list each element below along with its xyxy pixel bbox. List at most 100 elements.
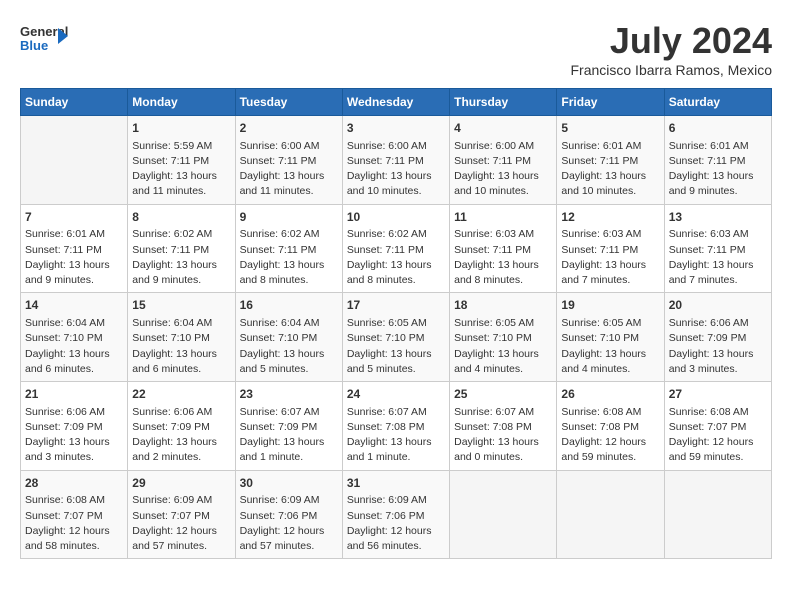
day-number: 17	[347, 297, 445, 314]
day-number: 19	[561, 297, 659, 314]
cell-info: Sunrise: 6:08 AMSunset: 7:07 PMDaylight:…	[25, 493, 123, 554]
cell-info: Sunrise: 6:09 AMSunset: 7:06 PMDaylight:…	[240, 493, 338, 554]
calendar-week-row-1: 1Sunrise: 5:59 AMSunset: 7:11 PMDaylight…	[21, 116, 772, 205]
cell-info: Sunrise: 6:07 AMSunset: 7:09 PMDaylight:…	[240, 405, 338, 466]
day-number: 20	[669, 297, 767, 314]
calendar-cell: 19 Sunrise: 6:05 AMSunset: 7:10 PMDayligh…	[557, 293, 664, 382]
calendar-cell: 2Sunrise: 6:00 AMSunset: 7:11 PMDaylight…	[235, 116, 342, 205]
day-number: 16	[240, 297, 338, 314]
day-number: 31	[347, 475, 445, 492]
day-number: 21	[25, 386, 123, 403]
calendar-week-row-4: 21 Sunrise: 6:06 AMSunset: 7:09 PMDayligh…	[21, 382, 772, 471]
cell-info: Sunrise: 6:00 AMSunset: 7:11 PMDaylight:…	[347, 139, 445, 200]
calendar-cell: 5 Sunrise: 6:01 AMSunset: 7:11 PMDaylight…	[557, 116, 664, 205]
calendar-week-row-5: 28Sunrise: 6:08 AMSunset: 7:07 PMDayligh…	[21, 470, 772, 559]
calendar-cell: 8Sunrise: 6:02 AMSunset: 7:11 PMDaylight…	[128, 204, 235, 293]
day-number: 5	[561, 120, 659, 137]
calendar-cell: 28Sunrise: 6:08 AMSunset: 7:07 PMDayligh…	[21, 470, 128, 559]
cell-info: Sunrise: 6:09 AMSunset: 7:06 PMDaylight:…	[347, 493, 445, 554]
cell-info: Sunrise: 6:00 AMSunset: 7:11 PMDaylight:…	[454, 139, 552, 200]
cell-info: Sunrise: 6:06 AMSunset: 7:09 PMDaylight:…	[25, 405, 123, 466]
calendar-cell: 14 Sunrise: 6:04 AMSunset: 7:10 PMDayligh…	[21, 293, 128, 382]
day-number: 15	[132, 297, 230, 314]
day-number: 24	[347, 386, 445, 403]
day-number: 23	[240, 386, 338, 403]
day-header-sunday: Sunday	[21, 89, 128, 116]
day-header-thursday: Thursday	[450, 89, 557, 116]
calendar-cell: 26Sunrise: 6:08 AMSunset: 7:08 PMDayligh…	[557, 382, 664, 471]
calendar-cell: 29Sunrise: 6:09 AMSunset: 7:07 PMDayligh…	[128, 470, 235, 559]
cell-info: Sunrise: 6:08 AMSunset: 7:07 PMDaylight:…	[669, 405, 767, 466]
cell-info: Sunrise: 6:07 AMSunset: 7:08 PMDaylight:…	[454, 405, 552, 466]
day-header-friday: Friday	[557, 89, 664, 116]
calendar-cell: 31Sunrise: 6:09 AMSunset: 7:06 PMDayligh…	[342, 470, 449, 559]
calendar-cell	[664, 470, 771, 559]
cell-info: Sunrise: 6:04 AMSunset: 7:10 PMDaylight:…	[240, 316, 338, 377]
cell-info: Sunrise: 6:07 AMSunset: 7:08 PMDaylight:…	[347, 405, 445, 466]
calendar-cell: 23 Sunrise: 6:07 AMSunset: 7:09 PMDayligh…	[235, 382, 342, 471]
calendar-cell: 7Sunrise: 6:01 AMSunset: 7:11 PMDaylight…	[21, 204, 128, 293]
cell-info: Sunrise: 6:03 AMSunset: 7:11 PMDaylight:…	[561, 227, 659, 288]
cell-info: Sunrise: 6:03 AMSunset: 7:11 PMDaylight:…	[669, 227, 767, 288]
svg-text:Blue: Blue	[20, 38, 48, 53]
day-number: 2	[240, 120, 338, 137]
calendar-cell: 27 Sunrise: 6:08 AMSunset: 7:07 PMDayligh…	[664, 382, 771, 471]
calendar-cell: 9Sunrise: 6:02 AMSunset: 7:11 PMDaylight…	[235, 204, 342, 293]
cell-info: Sunrise: 6:02 AMSunset: 7:11 PMDaylight:…	[132, 227, 230, 288]
day-number: 26	[561, 386, 659, 403]
title-block: July 2024 Francisco Ibarra Ramos, Mexico	[570, 20, 772, 78]
cell-info: Sunrise: 6:02 AMSunset: 7:11 PMDaylight:…	[347, 227, 445, 288]
day-number: 27	[669, 386, 767, 403]
cell-info: Sunrise: 6:06 AMSunset: 7:09 PMDaylight:…	[132, 405, 230, 466]
calendar-cell: 6Sunrise: 6:01 AMSunset: 7:11 PMDaylight…	[664, 116, 771, 205]
logo: GeneralBlue	[20, 20, 74, 60]
calendar-cell: 17 Sunrise: 6:05 AMSunset: 7:10 PMDayligh…	[342, 293, 449, 382]
cell-info: Sunrise: 5:59 AMSunset: 7:11 PMDaylight:…	[132, 139, 230, 200]
calendar-cell: 12Sunrise: 6:03 AMSunset: 7:11 PMDayligh…	[557, 204, 664, 293]
day-number: 6	[669, 120, 767, 137]
day-header-tuesday: Tuesday	[235, 89, 342, 116]
calendar-cell: 16 Sunrise: 6:04 AMSunset: 7:10 PMDayligh…	[235, 293, 342, 382]
calendar-cell: 10Sunrise: 6:02 AMSunset: 7:11 PMDayligh…	[342, 204, 449, 293]
day-number: 9	[240, 209, 338, 226]
day-number: 25	[454, 386, 552, 403]
cell-info: Sunrise: 6:01 AMSunset: 7:11 PMDaylight:…	[561, 139, 659, 200]
calendar-cell	[450, 470, 557, 559]
cell-info: Sunrise: 6:04 AMSunset: 7:10 PMDaylight:…	[132, 316, 230, 377]
calendar-cell	[557, 470, 664, 559]
day-header-monday: Monday	[128, 89, 235, 116]
day-number: 4	[454, 120, 552, 137]
days-header-row: SundayMondayTuesdayWednesdayThursdayFrid…	[21, 89, 772, 116]
day-number: 14	[25, 297, 123, 314]
cell-info: Sunrise: 6:05 AMSunset: 7:10 PMDaylight:…	[347, 316, 445, 377]
cell-info: Sunrise: 6:06 AMSunset: 7:09 PMDaylight:…	[669, 316, 767, 377]
calendar-cell: 11Sunrise: 6:03 AMSunset: 7:11 PMDayligh…	[450, 204, 557, 293]
calendar-cell: 22 Sunrise: 6:06 AMSunset: 7:09 PMDayligh…	[128, 382, 235, 471]
calendar-cell: 25 Sunrise: 6:07 AMSunset: 7:08 PMDayligh…	[450, 382, 557, 471]
cell-info: Sunrise: 6:05 AMSunset: 7:10 PMDaylight:…	[454, 316, 552, 377]
calendar-cell: 30Sunrise: 6:09 AMSunset: 7:06 PMDayligh…	[235, 470, 342, 559]
calendar-cell: 13Sunrise: 6:03 AMSunset: 7:11 PMDayligh…	[664, 204, 771, 293]
calendar-week-row-2: 7Sunrise: 6:01 AMSunset: 7:11 PMDaylight…	[21, 204, 772, 293]
calendar-cell: 1Sunrise: 5:59 AMSunset: 7:11 PMDaylight…	[128, 116, 235, 205]
calendar-cell: 3 Sunrise: 6:00 AMSunset: 7:11 PMDaylight…	[342, 116, 449, 205]
day-number: 22	[132, 386, 230, 403]
day-number: 29	[132, 475, 230, 492]
day-number: 10	[347, 209, 445, 226]
cell-info: Sunrise: 6:04 AMSunset: 7:10 PMDaylight:…	[25, 316, 123, 377]
calendar-cell: 15 Sunrise: 6:04 AMSunset: 7:10 PMDayligh…	[128, 293, 235, 382]
calendar-cell	[21, 116, 128, 205]
logo-icon: GeneralBlue	[20, 20, 70, 60]
page-header: GeneralBlue July 2024 Francisco Ibarra R…	[20, 20, 772, 78]
location-subtitle: Francisco Ibarra Ramos, Mexico	[570, 62, 772, 78]
cell-info: Sunrise: 6:09 AMSunset: 7:07 PMDaylight:…	[132, 493, 230, 554]
cell-info: Sunrise: 6:05 AMSunset: 7:10 PMDaylight:…	[561, 316, 659, 377]
calendar-table: SundayMondayTuesdayWednesdayThursdayFrid…	[20, 88, 772, 559]
day-number: 12	[561, 209, 659, 226]
day-number: 3	[347, 120, 445, 137]
day-header-wednesday: Wednesday	[342, 89, 449, 116]
calendar-cell: 18Sunrise: 6:05 AMSunset: 7:10 PMDayligh…	[450, 293, 557, 382]
day-number: 8	[132, 209, 230, 226]
calendar-cell: 24 Sunrise: 6:07 AMSunset: 7:08 PMDayligh…	[342, 382, 449, 471]
calendar-cell: 4 Sunrise: 6:00 AMSunset: 7:11 PMDaylight…	[450, 116, 557, 205]
